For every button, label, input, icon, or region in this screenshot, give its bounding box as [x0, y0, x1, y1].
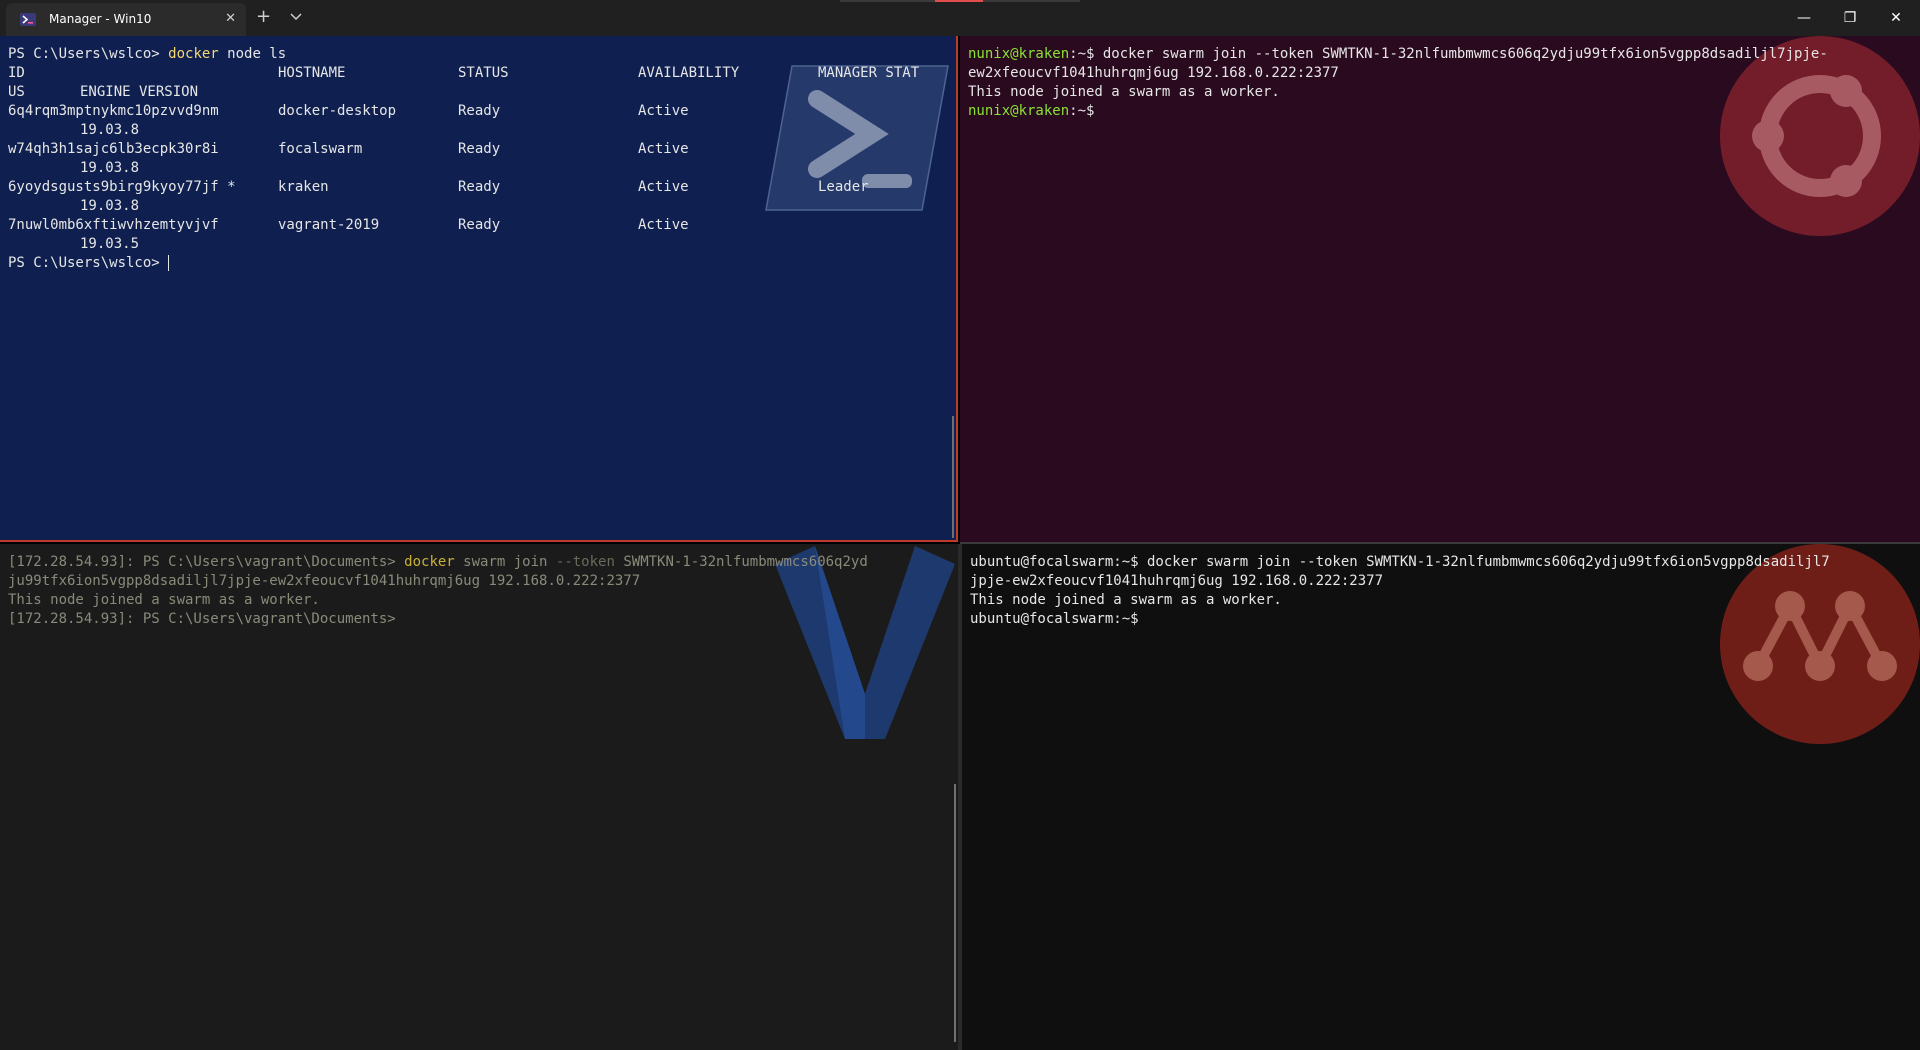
- maximize-button[interactable]: ❐: [1827, 0, 1873, 36]
- chevron-down-icon[interactable]: [288, 9, 304, 25]
- header-engine-version: ENGINE VERSION: [80, 84, 199, 100]
- ub-command-line: nunix@kraken:~$ docker swarm join --toke…: [968, 45, 1828, 64]
- node-availability: Active: [638, 141, 689, 157]
- ubuntu-kraken-pane[interactable]: nunix@kraken:~$ docker swarm join --toke…: [960, 36, 1920, 542]
- node-status: Ready: [458, 141, 501, 157]
- vg-command-args: swarm join: [454, 554, 556, 570]
- header-status: STATUS: [458, 65, 509, 81]
- close-window-button[interactable]: ✕: [1873, 0, 1919, 36]
- fs-final-prompt[interactable]: ubuntu@focalswarm:~$: [970, 610, 1139, 629]
- window-top-strip-active: [935, 0, 983, 2]
- node-manager-status: Leader: [818, 179, 869, 195]
- header-hostname: HOSTNAME: [278, 65, 346, 81]
- fs-output: This node joined a swarm as a worker.: [970, 592, 1282, 608]
- fs-command-continued: jpje-ew2xfeoucvf1041huhrqmj6ug 192.168.0…: [970, 573, 1384, 589]
- minimize-button[interactable]: —: [1781, 0, 1827, 36]
- node-engine: 19.03.5: [80, 236, 140, 252]
- header-us: US: [8, 84, 25, 100]
- header-availability: AVAILABILITY: [638, 65, 740, 81]
- ub-command-continued: ew2xfeoucvf1041huhrqmj6ug 192.168.0.222:…: [968, 65, 1339, 81]
- ub-path: :~$: [1069, 46, 1103, 62]
- new-tab-icon[interactable]: +: [256, 6, 271, 27]
- node-hostname: focalswarm: [278, 141, 363, 157]
- vg-command-flag: --token: [555, 554, 615, 570]
- terminal-tab-icon: [20, 13, 36, 26]
- tab-manager-win10[interactable]: Manager - Win10 ✕: [6, 3, 246, 36]
- node-availability: Active: [638, 179, 689, 195]
- vg-final-prompt[interactable]: [172.28.54.93]: PS C:\Users\vagrant\Docu…: [8, 610, 396, 629]
- tab-title: Manager - Win10: [49, 12, 152, 26]
- node-id: w74qh3h1sajc6lb3ecpk30r8i: [8, 141, 219, 157]
- tab-close-icon[interactable]: ✕: [225, 11, 236, 26]
- node-id: 6q4rqm3mptnykmc10pzvvd9nm: [8, 103, 219, 119]
- text-cursor: [168, 255, 170, 271]
- node-hostname: kraken: [278, 179, 329, 195]
- node-engine: 19.03.8: [80, 198, 140, 214]
- node-availability: Active: [638, 217, 689, 233]
- vg-command-token: SWMTKN-1-32nlfumbmwmcs606q2yd: [614, 554, 868, 570]
- node-id: 7nuwl0mb6xftiwvhzemtyvjvf: [8, 217, 219, 233]
- vg-command-keyword: docker: [404, 554, 455, 570]
- node-status: Ready: [458, 179, 501, 195]
- node-engine: 19.03.8: [80, 122, 140, 138]
- vagrant-pane[interactable]: [172.28.54.93]: PS C:\Users\vagrant\Docu…: [0, 544, 958, 1050]
- ps-command-keyword: docker: [168, 46, 219, 62]
- vg-command-continued: ju99tfx6ion5vgpp8dsadiljl7jpje-ew2xfeouc…: [8, 573, 641, 589]
- node-status: Ready: [458, 217, 501, 233]
- ps-command-line: PS C:\Users\wslco> docker node ls: [8, 45, 286, 64]
- vg-output: This node joined a swarm as a worker.: [8, 592, 320, 608]
- vg-command-line: [172.28.54.93]: PS C:\Users\vagrant\Docu…: [8, 553, 868, 572]
- header-id: ID: [8, 65, 25, 81]
- header-manager-status: MANAGER STAT: [818, 65, 920, 81]
- node-availability: Active: [638, 103, 689, 119]
- ub-final-prompt[interactable]: nunix@kraken:~$: [968, 102, 1094, 121]
- ub-user-host: nunix@kraken: [968, 46, 1070, 62]
- ps-command-args: node ls: [218, 46, 287, 62]
- node-status: Ready: [458, 103, 501, 119]
- ps-final-prompt[interactable]: PS C:\Users\wslco>: [8, 254, 170, 273]
- vg-prompt: [172.28.54.93]: PS C:\Users\vagrant\Docu…: [8, 554, 405, 570]
- node-hostname: docker-desktop: [278, 103, 397, 119]
- node-id: 6yoydsgusts9birg9kyoy77jf *: [8, 179, 236, 195]
- title-bar: Manager - Win10 ✕ + — ❐ ✕: [0, 0, 1920, 36]
- vagrant-logo-icon: [775, 546, 955, 739]
- ub-user-host: nunix@kraken: [968, 103, 1070, 119]
- ps-scrollbar[interactable]: [952, 416, 954, 538]
- ub-command: docker swarm join --token SWMTKN-1-32nlf…: [1102, 46, 1828, 62]
- ps-prompt: PS C:\Users\wslco>: [8, 46, 169, 62]
- ubuntu-logo-icon: [1720, 36, 1920, 236]
- multipass-logo-icon: [1720, 544, 1920, 744]
- focalswarm-pane[interactable]: ubuntu@focalswarm:~$ docker swarm join -…: [962, 544, 1920, 1050]
- node-engine: 19.03.8: [80, 160, 140, 176]
- vg-scrollbar[interactable]: [954, 784, 956, 1042]
- powershell-pane[interactable]: PS C:\Users\wslco> docker node ls ID HOS…: [0, 36, 958, 542]
- ub-output: This node joined a swarm as a worker.: [968, 84, 1280, 100]
- ps-prompt: PS C:\Users\wslco>: [8, 255, 169, 271]
- node-hostname: vagrant-2019: [278, 217, 380, 233]
- ub-path: :~$: [1069, 103, 1095, 119]
- fs-command-line: ubuntu@focalswarm:~$ docker swarm join -…: [970, 554, 1830, 570]
